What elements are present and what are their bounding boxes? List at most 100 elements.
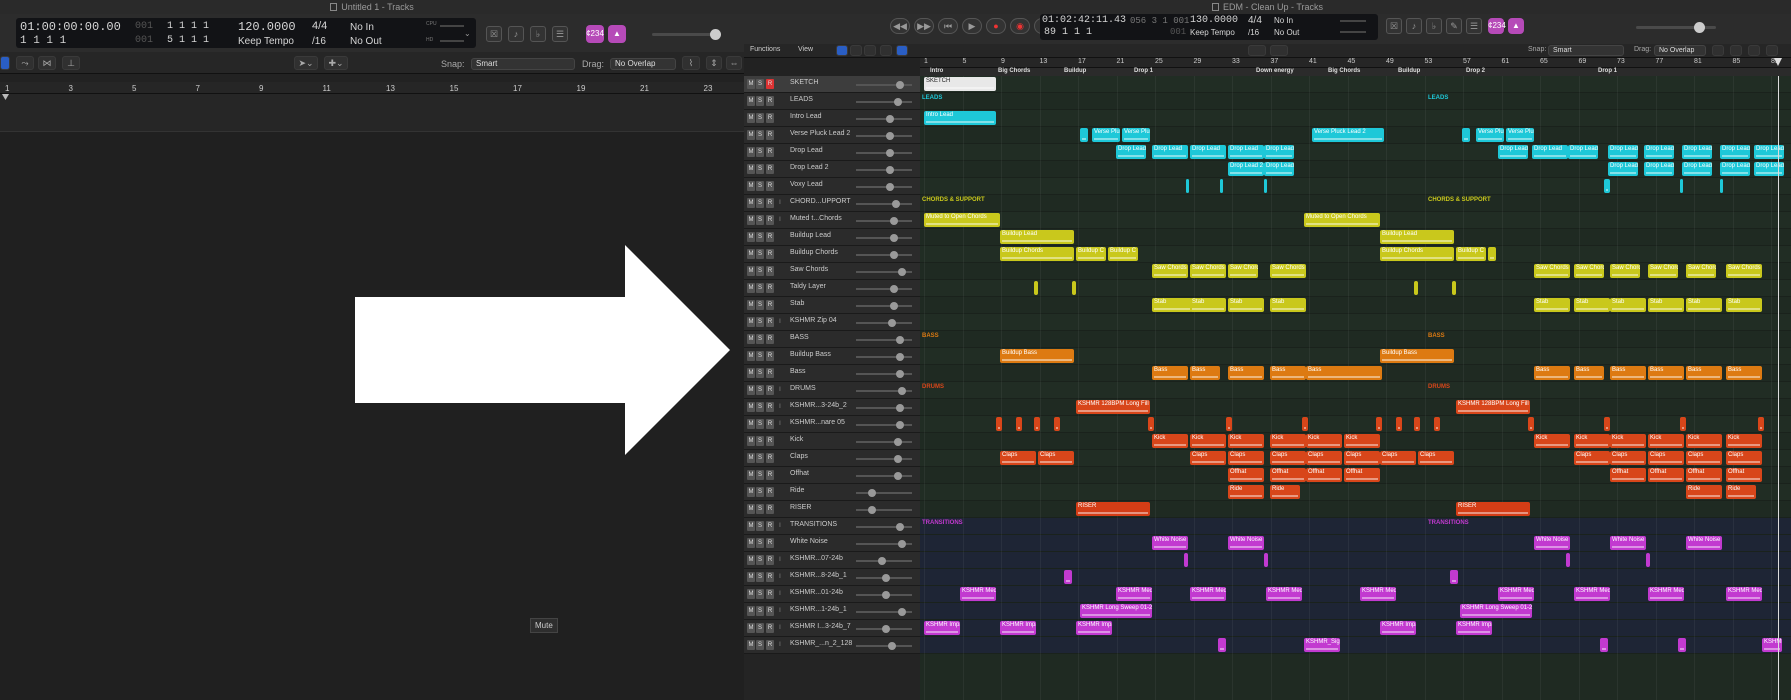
forward-icon[interactable]: ▶▶ [914, 18, 934, 34]
region[interactable] [1414, 281, 1418, 295]
volume-fader[interactable] [856, 421, 912, 429]
solo-button[interactable]: S [756, 572, 764, 582]
region[interactable]: Claps [1380, 451, 1416, 465]
mute-button[interactable]: M [747, 351, 755, 361]
region[interactable]: Kick [1344, 434, 1380, 448]
region[interactable]: Claps [1306, 451, 1342, 465]
arrange-area[interactable]: LEADS LEADS CHORDS & SUPPORT CHORDS & SUPPO… [920, 76, 1791, 700]
mute-button[interactable]: M [747, 130, 755, 140]
snap-select[interactable]: Smart [1548, 45, 1624, 56]
track-row[interactable]: M S R Drop Lead 2 [744, 161, 920, 178]
fader-knob[interactable] [892, 200, 900, 208]
region[interactable] [1054, 417, 1060, 431]
volume-fader[interactable] [856, 489, 912, 497]
region[interactable] [1218, 638, 1226, 652]
region[interactable]: Bass [1726, 366, 1762, 380]
catch-icon[interactable] [896, 45, 908, 56]
region[interactable]: Claps [1038, 451, 1074, 465]
master-volume-slider[interactable] [1636, 22, 1716, 33]
solo-button[interactable]: S [756, 589, 764, 599]
mute-button[interactable]: M [747, 538, 755, 548]
track-row[interactable]: M S R Buildup Chords [744, 246, 920, 263]
fader-knob[interactable] [890, 217, 898, 225]
mute-button[interactable]: M [747, 402, 755, 412]
region[interactable]: Buildup Chords [1380, 247, 1454, 261]
solo-button[interactable]: S [756, 385, 764, 395]
region[interactable]: Offhat [1726, 468, 1762, 482]
region[interactable]: Ride [1270, 485, 1300, 499]
record-icon[interactable]: ◉ [1010, 18, 1030, 34]
track-row[interactable]: M S R I KSHMR...nare 05 [744, 416, 920, 433]
region[interactable]: Kick [1190, 434, 1226, 448]
region[interactable]: Verse Pluck Lead 2 [1312, 128, 1384, 142]
track-row[interactable]: M S R Saw Chords [744, 263, 920, 280]
region[interactable] [1184, 553, 1188, 567]
mute-button[interactable]: M [747, 232, 755, 242]
mute-button[interactable]: M [747, 487, 755, 497]
input-monitor-button[interactable]: I [776, 198, 784, 208]
solo-button[interactable]: S [756, 283, 764, 293]
functions-menu[interactable]: Functions [750, 46, 780, 53]
region[interactable]: Kick [1306, 434, 1342, 448]
region[interactable]: Claps [1270, 451, 1306, 465]
region[interactable] [1148, 417, 1154, 431]
mute-button[interactable]: M [747, 555, 755, 565]
lane[interactable] [920, 110, 1791, 127]
record-enable-button[interactable]: R [766, 249, 774, 259]
track-row[interactable]: M S R Drop Lead [744, 144, 920, 161]
marker-label[interactable]: Down energy [1256, 68, 1294, 74]
track-row[interactable]: M S R I TRANSITIONS [744, 518, 920, 535]
region[interactable] [1302, 417, 1308, 431]
lane[interactable] [920, 93, 1791, 110]
flex-icon[interactable] [880, 45, 892, 56]
region[interactable]: Drop Lead [1532, 145, 1568, 159]
region[interactable]: Stab [1726, 298, 1762, 312]
region[interactable] [1720, 179, 1723, 193]
track-row[interactable]: M S R I KSHMR Zip 04 [744, 314, 920, 331]
region[interactable]: White Noise [1610, 536, 1646, 550]
track-row[interactable]: M S R LEADS [744, 93, 920, 110]
solo-button[interactable]: S [756, 623, 764, 633]
region[interactable]: Bass [1152, 366, 1188, 380]
region[interactable]: Drop Lead 2 [1720, 162, 1750, 176]
automation-icon[interactable] [864, 45, 876, 56]
mute-button[interactable]: M [747, 419, 755, 429]
volume-fader[interactable] [856, 557, 912, 565]
region[interactable]: Drop Lead [1228, 145, 1264, 159]
solo-button[interactable]: S [756, 79, 764, 89]
region[interactable]: Saw Chords [1228, 264, 1258, 278]
list-view-icon[interactable] [836, 45, 848, 56]
master-volume-slider[interactable] [652, 29, 721, 40]
mute-button[interactable]: M [747, 215, 755, 225]
region[interactable]: Kick [1270, 434, 1306, 448]
vertical-zoom-icon[interactable] [1730, 45, 1742, 56]
volume-fader[interactable] [856, 183, 912, 191]
region[interactable]: KSHMR Medi [1190, 587, 1226, 601]
region[interactable] [1080, 128, 1088, 142]
region[interactable] [1072, 281, 1076, 295]
fader-knob[interactable] [896, 523, 904, 531]
region[interactable] [1600, 638, 1608, 652]
region[interactable]: Buildup Lead [1380, 230, 1454, 244]
volume-fader[interactable] [856, 285, 912, 293]
region[interactable]: Verse Plu [1092, 128, 1120, 142]
record-enable-button[interactable]: R [766, 538, 774, 548]
region[interactable]: KSHMR 128BPM Long Fill 0 [1076, 400, 1150, 414]
region[interactable]: Claps [1228, 451, 1264, 465]
record-enable-button[interactable]: R [766, 79, 774, 89]
mute-button[interactable]: M [747, 623, 755, 633]
horizontal-zoom-icon[interactable] [1748, 45, 1760, 56]
marker-label[interactable]: Intro [930, 68, 943, 74]
track-row[interactable]: M S R Claps [744, 450, 920, 467]
region[interactable] [1680, 179, 1683, 193]
region[interactable]: Claps [1000, 451, 1036, 465]
lane[interactable] [920, 195, 1791, 212]
mute-button[interactable]: M [747, 572, 755, 582]
fader-knob[interactable] [890, 234, 898, 242]
input-monitor-button[interactable]: I [776, 623, 784, 633]
region[interactable]: Intro Lead [924, 111, 996, 125]
fader-knob[interactable] [898, 387, 906, 395]
solo-button[interactable]: S [756, 130, 764, 140]
fader-knob[interactable] [886, 149, 894, 157]
region[interactable] [1758, 417, 1764, 431]
